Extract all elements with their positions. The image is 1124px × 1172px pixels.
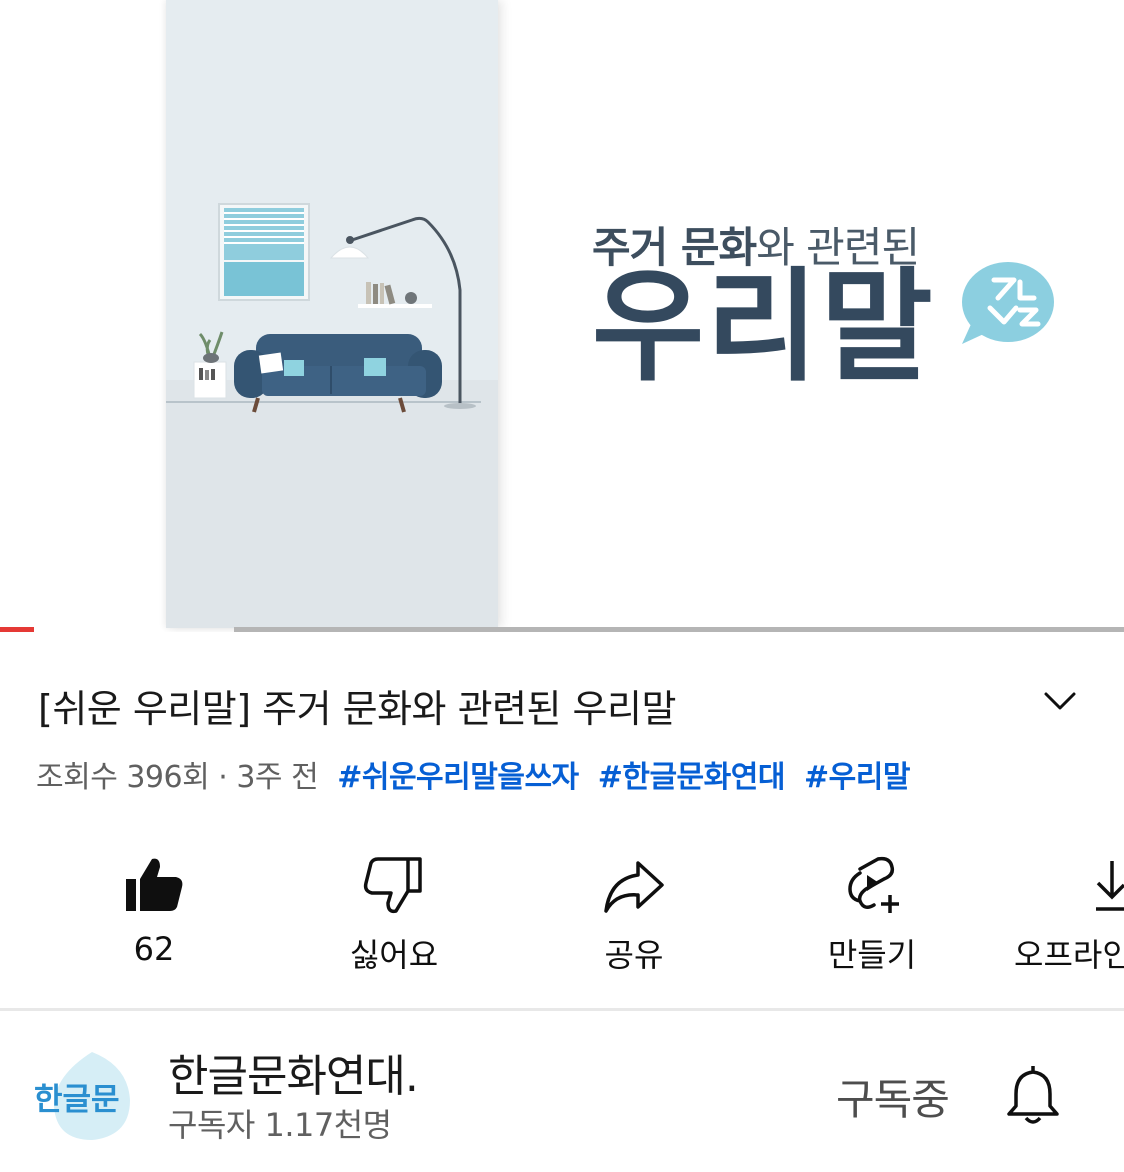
channel-avatar[interactable]: 한글문 bbox=[34, 1050, 132, 1142]
download-button[interactable]: 오프라인 bbox=[1014, 840, 1124, 980]
bell-icon[interactable] bbox=[1004, 1062, 1062, 1130]
thumbs-down-icon bbox=[363, 857, 422, 914]
chevron-down-icon[interactable] bbox=[1036, 684, 1084, 724]
like-button[interactable]: 62 bbox=[54, 840, 254, 980]
like-count: 62 bbox=[133, 930, 175, 968]
section-divider bbox=[0, 1008, 1124, 1011]
view-count: 조회수 396회 bbox=[36, 760, 210, 795]
action-bar: 62 싫어요 공유 만들기 오프라인 bbox=[0, 840, 1124, 980]
thumbnail-room-illustration bbox=[166, 0, 498, 628]
remix-icon bbox=[848, 856, 899, 913]
download-icon bbox=[1096, 861, 1124, 911]
video-title[interactable]: [쉬운 우리말] 주거 문화와 관련된 우리말 bbox=[38, 678, 676, 733]
video-player[interactable]: 주거 문화와 관련된 우리말 bbox=[0, 0, 1124, 632]
remix-button[interactable]: 만들기 bbox=[772, 840, 972, 980]
dislike-button[interactable]: 싫어요 bbox=[294, 840, 494, 980]
channel-name[interactable]: 한글문화연대. bbox=[168, 1040, 419, 1104]
upload-age: 3주 전 bbox=[236, 760, 319, 795]
hashtag-link[interactable]: #쉬운우리말을쓰자 bbox=[337, 760, 579, 795]
progress-played bbox=[0, 627, 34, 632]
remix-label: 만들기 bbox=[827, 936, 917, 974]
video-meta[interactable]: 조회수 396회 · 3주 전 #쉬운우리말을쓰자 #한글문화연대 #우리말 bbox=[36, 752, 910, 796]
hashtag-link[interactable]: #한글문화연대 bbox=[598, 760, 786, 795]
speech-bubble-logo-icon bbox=[958, 258, 1058, 352]
subscriber-count: 구독자 1.17천명 bbox=[168, 1106, 392, 1144]
share-button[interactable]: 공유 bbox=[534, 840, 734, 980]
share-icon bbox=[604, 861, 664, 913]
share-label: 공유 bbox=[604, 936, 664, 974]
avatar-logo-text: 한글문 bbox=[34, 1082, 120, 1117]
subscribed-button[interactable]: 구독중 bbox=[836, 1066, 950, 1127]
progress-bar[interactable] bbox=[234, 627, 1124, 632]
hashtag-link[interactable]: #우리말 bbox=[804, 760, 910, 795]
dislike-label: 싫어요 bbox=[349, 936, 439, 974]
thumbs-up-icon bbox=[126, 858, 183, 911]
download-label: 오프라인 bbox=[1014, 936, 1124, 974]
thumbnail-heading: 우리말 bbox=[592, 256, 935, 398]
meta-separator: · bbox=[218, 760, 228, 795]
